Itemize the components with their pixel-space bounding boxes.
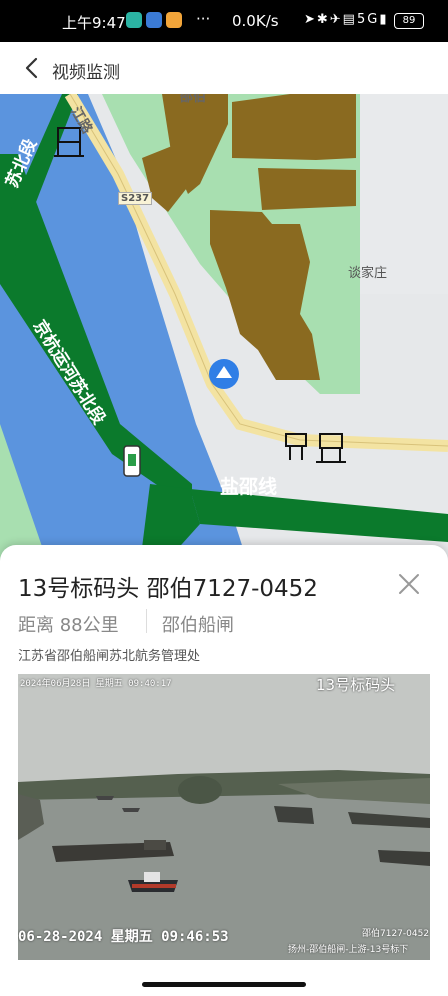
map-view[interactable]: 江路 邵伯 S237 谈家庄 京杭运河苏北段 苏北段 盐邵线 [0, 94, 448, 564]
net-speed: 0.0K/s [232, 12, 279, 30]
map-label-line: 盐邵线 [220, 476, 278, 498]
home-indicator[interactable] [142, 982, 306, 987]
organization-text: 江苏省邵伯船闸苏北航务管理处 [18, 649, 201, 664]
network-type: 5G [356, 12, 380, 27]
status-bar: 上午9:47 ··· 0.0K/s ➤✱✈▤5G▮ 89 [0, 0, 448, 42]
lock-name: 邵伯船闸 [162, 615, 234, 636]
site-info-panel: 13号标码头 邵伯7127-0452 距离 88公里 邵伯船闸 江苏省邵伯船闸苏… [0, 545, 448, 996]
map-label-top: 邵伯 [180, 94, 207, 105]
map-label-village: 谈家庄 [348, 266, 388, 281]
osd-bottom-date: 06-28-2024 星期五 09:46:53 [18, 929, 229, 945]
osd-top-name: 13号标码头 [316, 676, 396, 694]
status-time: 上午9:47 [62, 14, 126, 32]
osd-bottom-right2: 扬州-邵伯船闸-上游-13号标下 [288, 945, 409, 955]
divider [146, 609, 147, 633]
back-icon[interactable] [20, 56, 44, 80]
signal-icons: ➤✱✈▤5G▮ [304, 12, 389, 27]
app-notification-icon [166, 12, 182, 28]
map-label-road-code: S237 [118, 192, 153, 205]
osd-top-date: 2024年06月28日 星期五 09:40:17 [20, 679, 172, 689]
app-notification-icon [146, 12, 162, 28]
app-notification-icon [126, 12, 142, 28]
more-notifications-icon: ··· [196, 10, 211, 28]
page-title: 视频监测 [52, 63, 120, 83]
battery-icon: 89 [394, 13, 424, 29]
distance-text: 距离 88公里 [18, 615, 119, 636]
osd-bottom-right1: 邵伯7127-0452 [362, 929, 430, 939]
close-icon[interactable] [396, 571, 422, 597]
notification-icons [126, 12, 182, 28]
video-stream[interactable]: 2024年06月28日 星期五 09:40:17 13号标码头 06-28-20… [18, 674, 430, 960]
site-name: 13号标码头 邵伯7127-0452 [18, 576, 318, 602]
app-header: 视频监测 [0, 42, 448, 94]
